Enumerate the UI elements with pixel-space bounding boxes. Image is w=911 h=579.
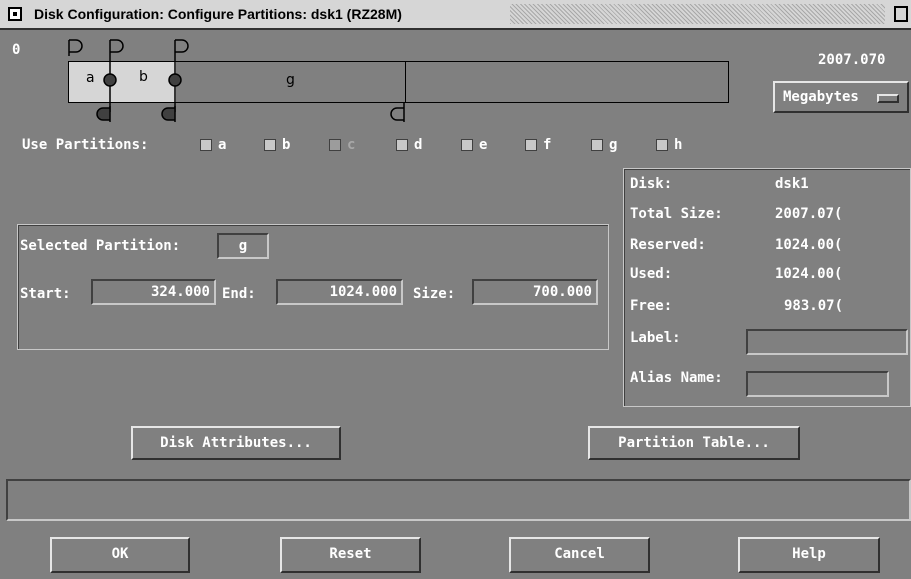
selected-partition-label: Selected Partition:	[20, 238, 181, 254]
use-partition-d[interactable]: d	[396, 137, 422, 153]
partition-markers[interactable]	[0, 30, 760, 130]
info-used-label: Used:	[630, 266, 673, 282]
disk-label-field[interactable]	[746, 329, 908, 355]
checkbox-icon	[396, 139, 408, 151]
use-partition-e[interactable]: e	[461, 137, 487, 153]
title-bar-fill	[510, 4, 885, 24]
info-free-label: Free:	[630, 298, 673, 314]
info-total-value: 2007.07(	[775, 206, 843, 222]
info-reserved-label: Reserved:	[630, 237, 706, 253]
flag-a-start-icon	[68, 39, 83, 56]
info-label-label: Label:	[630, 330, 681, 346]
checkbox-icon	[461, 139, 473, 151]
use-partitions-label: Use Partitions:	[22, 137, 149, 153]
use-partition-h[interactable]: h	[656, 137, 682, 153]
info-disk-value: dsk1	[775, 176, 809, 192]
alias-name-field[interactable]	[746, 371, 889, 397]
disk-size-label: 2007.070	[818, 52, 886, 68]
selected-partition-field[interactable]: g	[217, 233, 269, 259]
checkbox-icon	[200, 139, 212, 151]
end-label: End:	[222, 286, 256, 302]
checkbox-icon	[264, 139, 276, 151]
cancel-button[interactable]: Cancel	[509, 537, 650, 573]
flag-b-start-icon	[109, 39, 124, 56]
flag-a-end-icon	[96, 106, 111, 122]
option-menu-indicator-icon	[877, 94, 899, 103]
handle-b-icon	[103, 73, 117, 87]
checkbox-icon	[329, 139, 341, 151]
window-title: Disk Configuration: Configure Partitions…	[34, 6, 402, 22]
checkbox-icon	[656, 139, 668, 151]
info-used-value: 1024.00(	[775, 266, 843, 282]
units-selected: Megabytes	[783, 89, 859, 105]
handle-g-icon	[168, 73, 182, 87]
info-free-value: 983.07(	[784, 298, 844, 314]
window-menu-icon[interactable]	[8, 7, 22, 21]
flag-g-start-icon	[174, 39, 189, 56]
help-button[interactable]: Help	[738, 537, 880, 573]
use-partition-c: c	[329, 137, 355, 153]
window-title-bar[interactable]: Disk Configuration: Configure Partitions…	[0, 0, 911, 30]
maximize-icon[interactable]	[894, 6, 908, 22]
status-area	[6, 479, 911, 521]
info-reserved-value: 1024.00(	[775, 237, 843, 253]
use-partition-g[interactable]: g	[591, 137, 617, 153]
checkbox-icon	[591, 139, 603, 151]
partition-table-button[interactable]: Partition Table...	[588, 426, 800, 460]
flag-b-end-icon	[161, 106, 176, 122]
units-option-menu[interactable]: Megabytes	[773, 81, 909, 113]
size-field[interactable]: 700.000	[472, 279, 598, 305]
use-partition-f[interactable]: f	[525, 137, 551, 153]
start-field[interactable]: 324.000	[91, 279, 216, 305]
use-partition-b[interactable]: b	[264, 137, 290, 153]
reset-button[interactable]: Reset	[280, 537, 421, 573]
size-label: Size:	[413, 286, 456, 302]
end-field[interactable]: 1024.000	[276, 279, 403, 305]
start-label: Start:	[20, 286, 71, 302]
info-disk-label: Disk:	[630, 176, 673, 192]
info-alias-label: Alias Name:	[630, 370, 723, 386]
ok-button[interactable]: OK	[50, 537, 190, 573]
disk-attributes-button[interactable]: Disk Attributes...	[131, 426, 341, 460]
info-total-label: Total Size:	[630, 206, 723, 222]
use-partition-a[interactable]: a	[200, 137, 226, 153]
flag-g-end-icon	[390, 103, 405, 122]
checkbox-icon	[525, 139, 537, 151]
